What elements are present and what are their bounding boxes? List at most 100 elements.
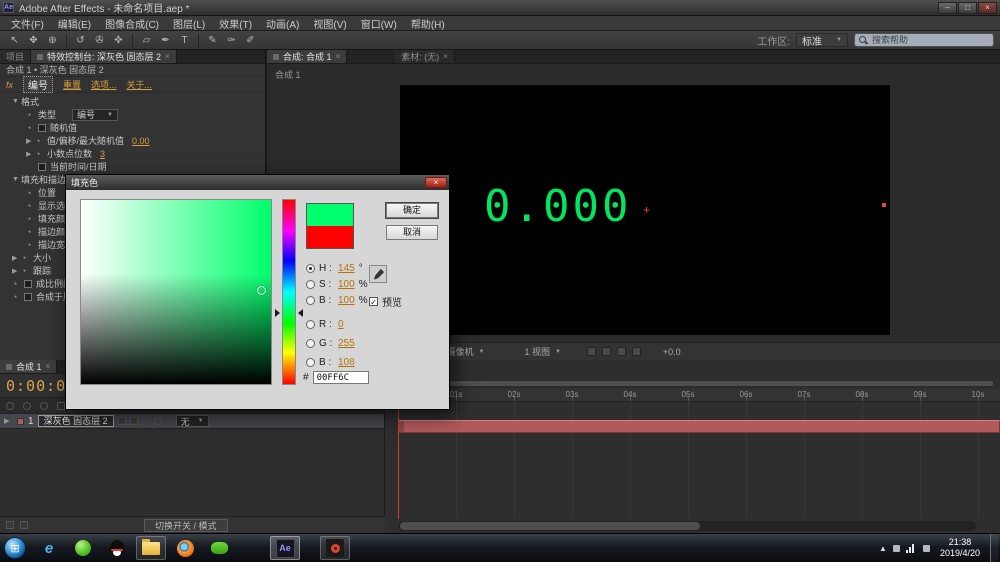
- expand-layers-icon[interactable]: [6, 521, 14, 529]
- view-layout-dropdown[interactable]: 1 视图 ▼: [524, 345, 560, 358]
- field-value[interactable]: 100: [338, 279, 355, 290]
- property-value[interactable]: 3: [100, 149, 105, 159]
- workspace-dropdown[interactable]: 标准 ▼: [796, 33, 848, 47]
- dialog-titlebar[interactable]: 填充色 ×: [66, 175, 449, 190]
- menu-window[interactable]: 窗口(W): [354, 16, 404, 30]
- stopwatch-icon[interactable]: ◔: [35, 149, 47, 159]
- layer-effects-icon[interactable]: [130, 417, 138, 425]
- type-dropdown[interactable]: 编号▼: [72, 109, 118, 121]
- about-link[interactable]: 关于...: [127, 78, 153, 91]
- solo-icon[interactable]: [40, 402, 48, 410]
- twirl-icon[interactable]: ▼: [12, 176, 21, 183]
- stopwatch-icon[interactable]: ◔: [26, 214, 38, 224]
- stopwatch-icon[interactable]: ◔: [26, 227, 38, 237]
- cancel-button[interactable]: 取消: [386, 225, 438, 240]
- minimize-button[interactable]: –: [938, 2, 957, 14]
- ok-button[interactable]: 确定: [386, 203, 438, 218]
- graph-editor-icon[interactable]: [20, 521, 28, 529]
- close-icon[interactable]: ×: [443, 52, 448, 61]
- taskbar-qq-icon[interactable]: [102, 536, 132, 560]
- parent-dropdown[interactable]: 无 ▼: [176, 415, 209, 427]
- twirl-icon[interactable]: ▶: [26, 137, 35, 145]
- taskbar-after-effects-icon[interactable]: Ae: [270, 536, 300, 560]
- action-center-icon[interactable]: [893, 545, 900, 552]
- tab-effect-controls[interactable]: 特效控制台: 深灰色 固态层 2 ×: [31, 50, 177, 63]
- rotate-tool-icon[interactable]: ↺: [72, 33, 89, 48]
- close-icon[interactable]: ×: [46, 362, 51, 371]
- tray-expand-icon[interactable]: ▲: [879, 544, 887, 553]
- brush-tool-icon[interactable]: ✎: [204, 33, 221, 48]
- field-value[interactable]: 100: [338, 295, 355, 306]
- checkbox[interactable]: [24, 293, 32, 301]
- stopwatch-icon[interactable]: ◔: [21, 253, 33, 263]
- stopwatch-icon[interactable]: ◔: [35, 136, 47, 146]
- menu-composition[interactable]: 图像合成(C): [98, 16, 166, 30]
- layer-name[interactable]: 深灰色 固态层 2: [38, 415, 114, 427]
- twirl-icon[interactable]: ▼: [12, 98, 21, 105]
- camera-tool-icon[interactable]: ✇: [91, 33, 108, 48]
- search-input[interactable]: [872, 35, 982, 45]
- taskbar-explorer-icon[interactable]: [136, 536, 166, 560]
- taskbar-clock[interactable]: 21:38 2019/4/20: [940, 537, 980, 560]
- zoom-tool-icon[interactable]: ⊕: [44, 33, 61, 48]
- field-value[interactable]: 145: [338, 263, 355, 274]
- menu-help[interactable]: 帮助(H): [404, 16, 452, 30]
- fx-icon[interactable]: fx: [6, 80, 13, 90]
- lock-icon[interactable]: [57, 402, 65, 410]
- radio-green[interactable]: [306, 339, 315, 348]
- flowchart-icon[interactable]: [632, 347, 641, 356]
- saturation-brightness-field[interactable]: [80, 199, 272, 385]
- twirl-icon[interactable]: ▶: [12, 254, 21, 262]
- checkbox[interactable]: [38, 124, 46, 132]
- tab-footage[interactable]: 素材: (无) ×: [395, 50, 455, 63]
- dialog-close-button[interactable]: ×: [425, 177, 447, 188]
- hue-marker-right[interactable]: [298, 309, 303, 317]
- reset-link[interactable]: 重置: [63, 78, 81, 91]
- field-value[interactable]: 108: [338, 357, 355, 368]
- eraser-tool-icon[interactable]: ✐: [242, 33, 259, 48]
- close-button[interactable]: ×: [978, 2, 997, 14]
- text-tool-icon[interactable]: T: [176, 33, 193, 48]
- start-button[interactable]: ⊞: [4, 537, 26, 559]
- network-icon[interactable]: [906, 544, 917, 553]
- taskbar-ie-icon[interactable]: e: [34, 536, 64, 560]
- layer-handle[interactable]: [882, 203, 886, 207]
- layer-quality-icon[interactable]: [118, 417, 126, 425]
- checkbox[interactable]: [24, 280, 32, 288]
- mask-tool-icon[interactable]: ▱: [138, 33, 155, 48]
- timeline-scrollbar[interactable]: [398, 521, 976, 531]
- stopwatch-icon[interactable]: ◔: [26, 110, 38, 120]
- menu-animation[interactable]: 动画(A): [259, 16, 306, 30]
- color-cursor[interactable]: [257, 286, 266, 295]
- property-value[interactable]: 0.00: [132, 136, 150, 146]
- options-link[interactable]: 选项...: [91, 78, 117, 91]
- hue-marker-left[interactable]: [275, 309, 280, 317]
- scrollbar-thumb[interactable]: [400, 522, 700, 530]
- radio-saturation[interactable]: [306, 280, 315, 289]
- exposure-value[interactable]: +0.0: [663, 347, 681, 357]
- composition-viewport[interactable]: 0.000 +: [400, 85, 890, 335]
- taskbar-firefox-icon[interactable]: [170, 536, 200, 560]
- close-icon[interactable]: ×: [165, 52, 170, 61]
- toggle-switches-modes-button[interactable]: 切换开关 / 模式: [144, 519, 228, 532]
- twirl-icon[interactable]: ▶: [4, 417, 13, 425]
- work-area-bar[interactable]: [398, 380, 994, 387]
- taskbar-player-icon[interactable]: [320, 536, 350, 560]
- selection-tool-icon[interactable]: ↖: [6, 33, 23, 48]
- twirl-icon[interactable]: ▶: [26, 150, 35, 158]
- stopwatch-icon[interactable]: ◔: [21, 266, 33, 276]
- menu-layer[interactable]: 图层(L): [166, 16, 212, 30]
- taskbar-game-icon[interactable]: [204, 536, 234, 560]
- fast-preview-icon[interactable]: [602, 347, 611, 356]
- stopwatch-icon[interactable]: ◔: [26, 240, 38, 250]
- show-desktop-button[interactable]: [990, 534, 998, 562]
- stopwatch-icon[interactable]: ◔: [12, 292, 24, 302]
- menu-edit[interactable]: 编辑(E): [51, 16, 98, 30]
- taskbar-browser-icon[interactable]: [68, 536, 98, 560]
- clone-stamp-tool-icon[interactable]: ✑: [223, 33, 240, 48]
- video-visibility-icon[interactable]: [6, 402, 14, 410]
- effect-name[interactable]: 编号: [23, 76, 53, 93]
- pen-tool-icon[interactable]: ✒: [157, 33, 174, 48]
- menu-file[interactable]: 文件(F): [4, 16, 51, 30]
- hex-input[interactable]: 00FF6C: [313, 371, 369, 384]
